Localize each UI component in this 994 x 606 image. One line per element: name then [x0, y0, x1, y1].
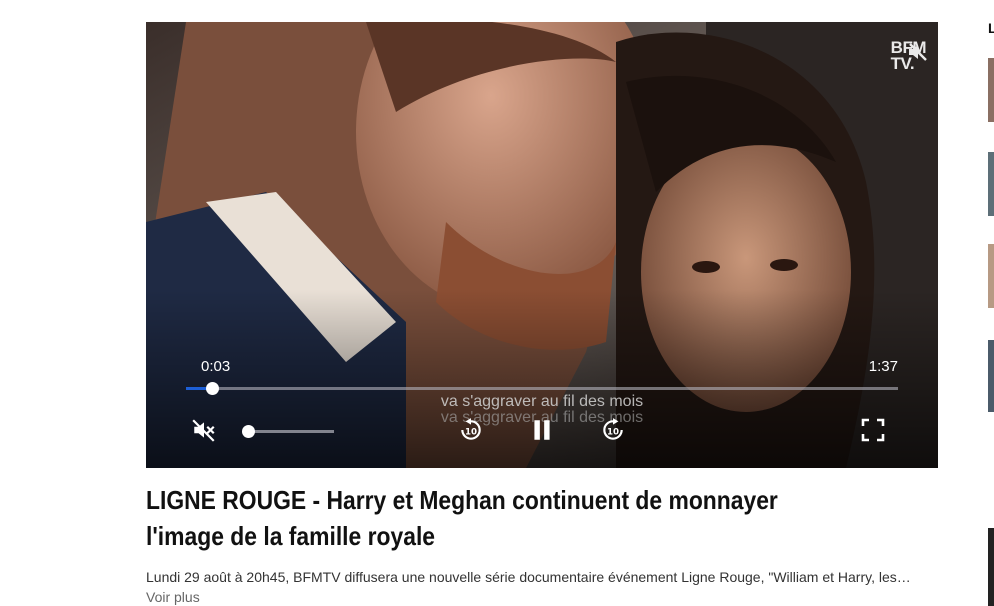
- fullscreen-icon: [861, 418, 885, 447]
- volume-slider[interactable]: [242, 425, 334, 438]
- muted-indicator-icon: [906, 40, 930, 67]
- article-title[interactable]: LIGNE ROUGE - Harry et Meghan continuent…: [146, 482, 815, 554]
- progress-bar[interactable]: [186, 382, 898, 395]
- article-summary: Lundi 29 août à 20h45, BFMTV diffusera u…: [146, 569, 911, 585]
- volume-handle[interactable]: [242, 425, 255, 438]
- duration: 1:37: [868, 358, 898, 375]
- sidebar-thumbnail[interactable]: [988, 244, 994, 308]
- pause-icon: [529, 417, 555, 448]
- rewind-button[interactable]: 10: [456, 417, 486, 447]
- rewind-10-icon: 10: [458, 417, 484, 448]
- video-player[interactable]: BFM TV. 0:03 1:37 va s'aggraver au fil d…: [146, 22, 938, 468]
- sidebar-thumbnail[interactable]: [988, 58, 994, 122]
- sidebar-thumbnail[interactable]: [988, 340, 994, 412]
- see-more-link[interactable]: Voir plus: [146, 589, 200, 605]
- fullscreen-button[interactable]: [858, 417, 888, 447]
- volume-muted-icon: [191, 417, 217, 448]
- forward-button[interactable]: 10: [598, 417, 628, 447]
- mute-button[interactable]: [189, 417, 219, 447]
- pause-button[interactable]: [527, 417, 557, 447]
- sidebar-thumbnail[interactable]: [988, 152, 994, 216]
- svg-text:10: 10: [607, 427, 619, 437]
- channel-logo: BFM TV.: [891, 39, 927, 72]
- current-time: 0:03: [201, 358, 231, 375]
- forward-10-icon: 10: [600, 417, 626, 448]
- svg-text:10: 10: [465, 427, 477, 437]
- sidebar-heading: L: [988, 20, 994, 36]
- sidebar-thumbnail[interactable]: [988, 528, 994, 606]
